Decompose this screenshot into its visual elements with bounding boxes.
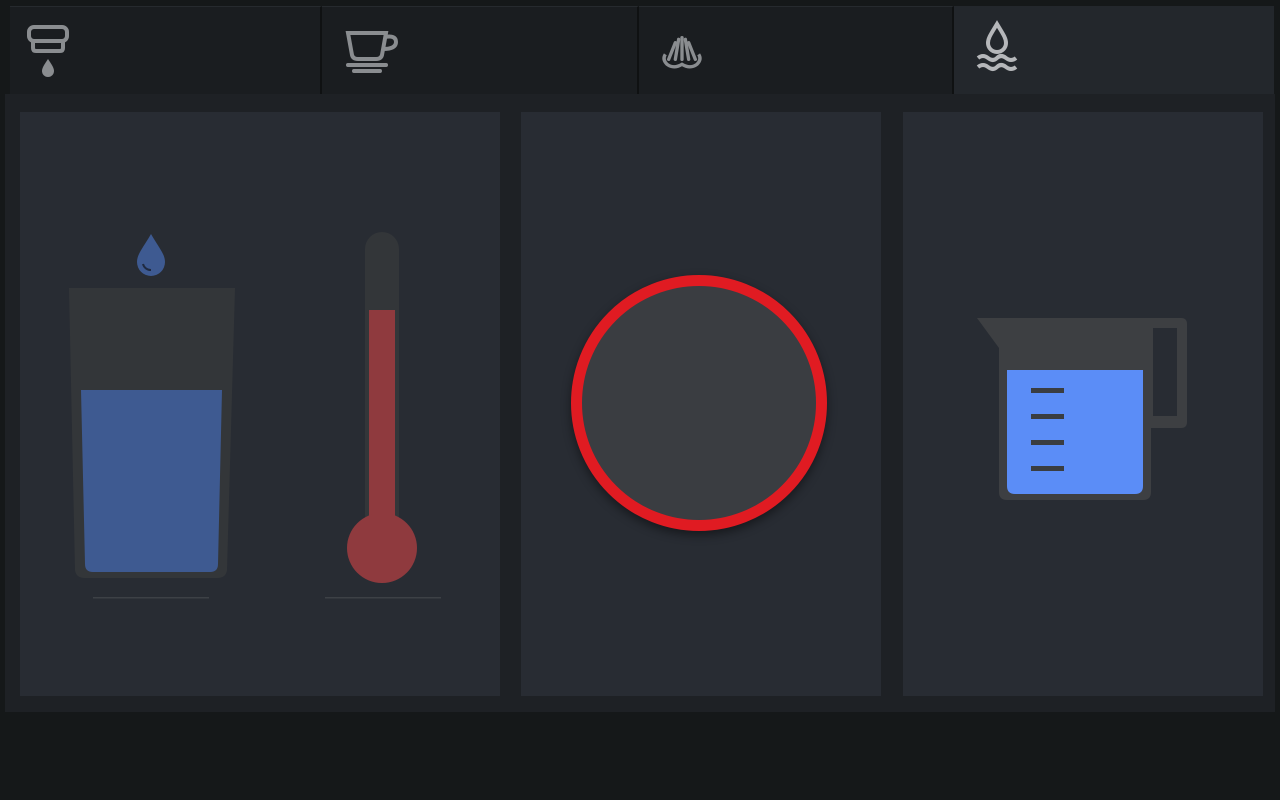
steam-wand-icon xyxy=(662,36,702,69)
tab-bar xyxy=(10,6,1274,94)
thermometer-icon xyxy=(325,232,441,599)
tab-coffee[interactable] xyxy=(322,6,639,94)
water-drop-waves-icon xyxy=(976,20,1018,71)
water-temperature-control[interactable] xyxy=(260,112,500,696)
water-volume-temperature-panel xyxy=(20,112,500,696)
start-button[interactable] xyxy=(571,275,827,531)
jug-panel xyxy=(903,112,1263,696)
tab-dispense[interactable] xyxy=(10,6,322,94)
water-glass-icon xyxy=(69,234,235,599)
measuring-jug-icon[interactable] xyxy=(973,312,1193,512)
tab-steam[interactable] xyxy=(639,6,954,94)
water-settings-content xyxy=(5,94,1275,712)
spout-drip-icon xyxy=(27,25,69,77)
coffee-cup-icon xyxy=(345,31,399,73)
start-panel xyxy=(521,112,881,696)
start-ring-icon xyxy=(582,286,583,287)
tab-water[interactable] xyxy=(954,6,1274,94)
water-volume-control[interactable] xyxy=(20,112,260,696)
